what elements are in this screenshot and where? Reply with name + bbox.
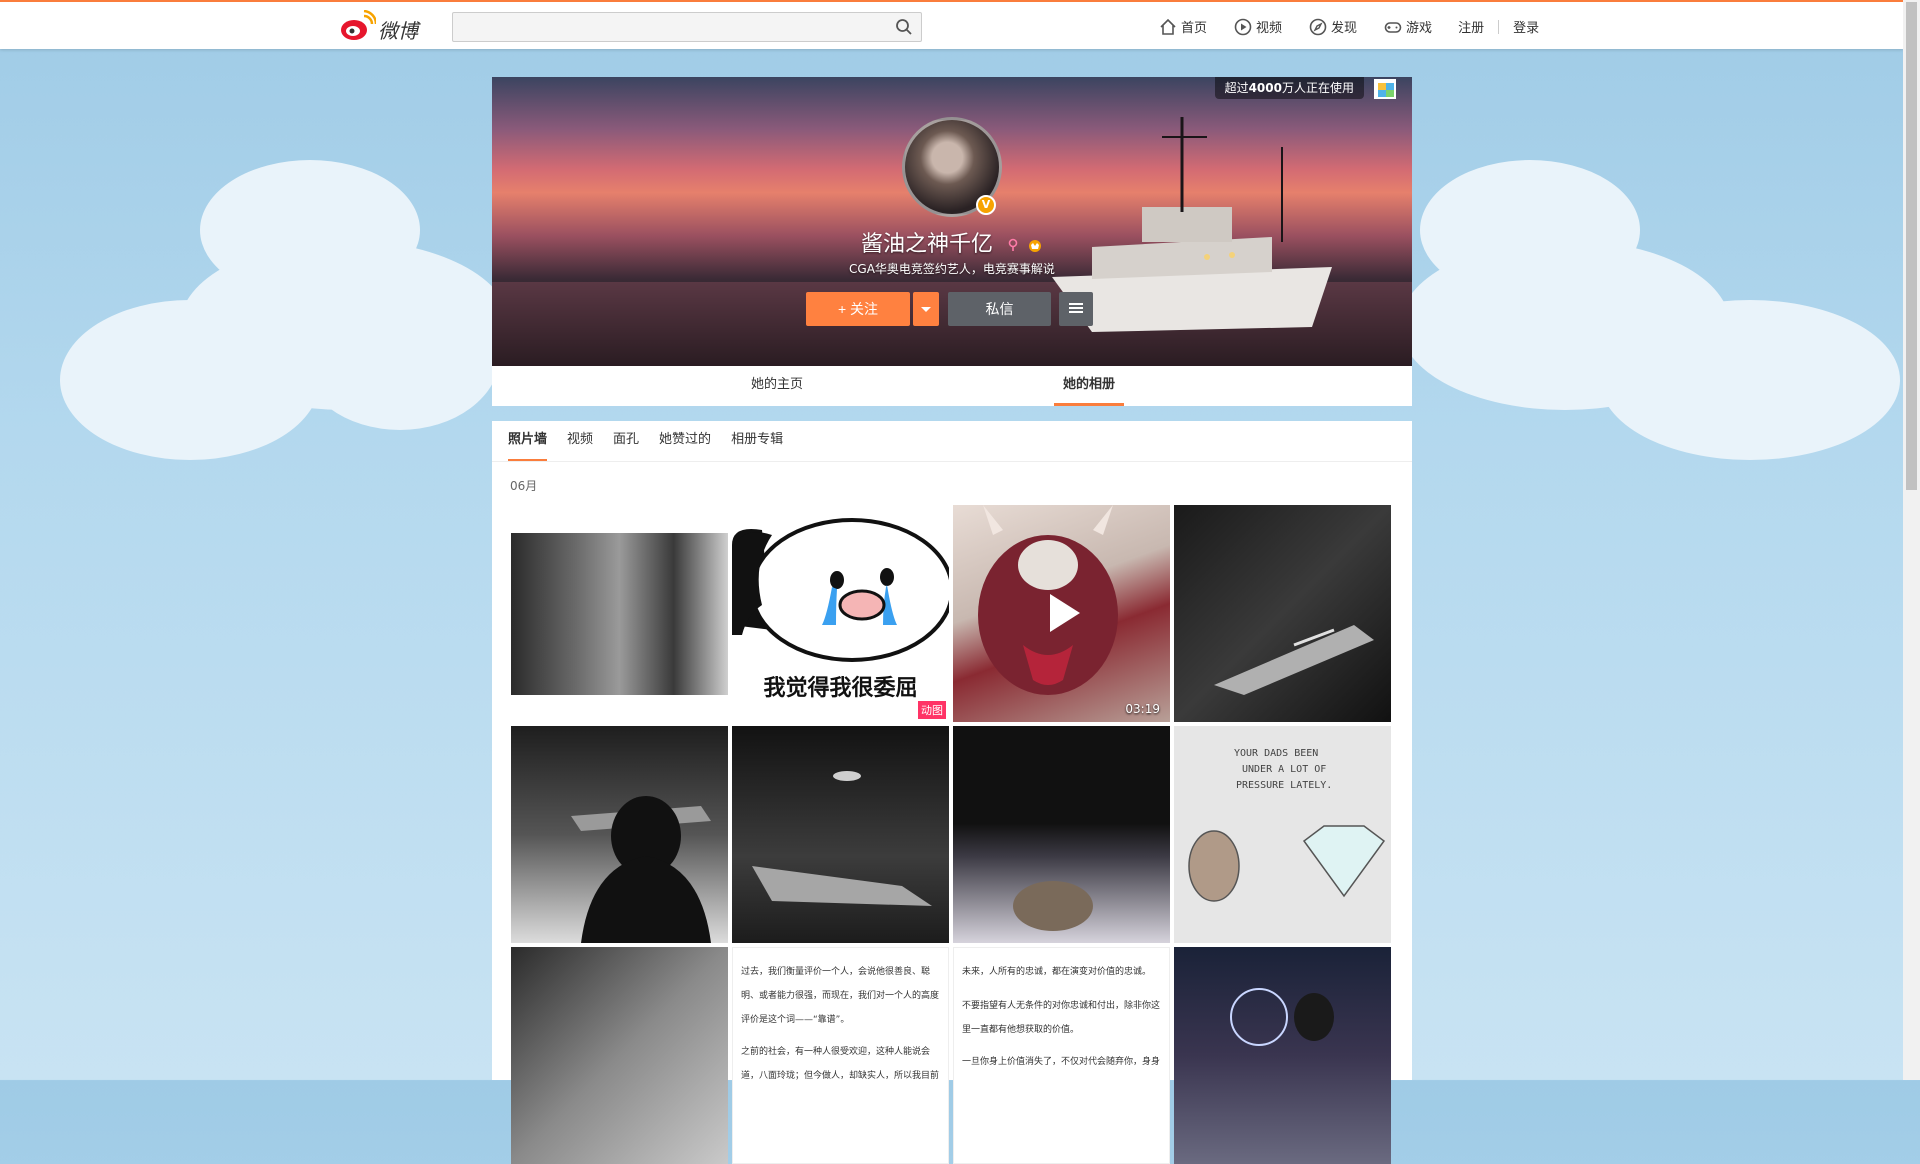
photo-image bbox=[1013, 881, 1093, 931]
top-navigation-bar: 微博 首页 视频 发现 游戏 注册 登录 bbox=[0, 0, 1903, 49]
user-count-prefix: 超过 bbox=[1224, 81, 1249, 95]
text-card-line: 之前的社会，有一种人很受欢迎，这种人能说会 bbox=[741, 1047, 931, 1057]
text-card-line bbox=[741, 1032, 940, 1040]
text-card-line: 里一直都有他想获取的价值。 bbox=[962, 1025, 1080, 1035]
profile-name-row: 酱油之神千亿 bbox=[492, 226, 1412, 258]
scrollbar-thumb[interactable] bbox=[1906, 2, 1917, 490]
photo-tile[interactable] bbox=[732, 726, 949, 943]
text-card-line: 不要指望有人无条件的对你忠诚和付出，除非你这 bbox=[962, 1001, 1161, 1011]
more-menu-button[interactable] bbox=[1059, 292, 1093, 326]
photo-image bbox=[511, 533, 728, 695]
logo-text: 微博 bbox=[378, 19, 418, 43]
photo-image bbox=[571, 796, 711, 943]
profile-tabs: 她的主页 她的相册 bbox=[492, 366, 1412, 406]
name-badges bbox=[1006, 233, 1043, 258]
text-card-line: 一旦你身上价值消失了，不仅对代会随弃你，身身 bbox=[962, 1057, 1161, 1067]
main-nav: 首页 视频 发现 游戏 注册 登录 bbox=[1158, 2, 1539, 51]
user-count-badge: 超过4000万人正在使用 bbox=[1214, 77, 1364, 99]
tab-her-homepage[interactable]: 她的主页 bbox=[732, 366, 822, 406]
background-cloud bbox=[200, 160, 420, 300]
subtab-liked[interactable]: 她赞过的 bbox=[659, 421, 711, 461]
hamburger-icon bbox=[1069, 302, 1083, 313]
female-icon bbox=[1008, 238, 1018, 251]
gif-badge: 动图 bbox=[918, 701, 946, 719]
profile-description: CGA华奥电竞签约艺人，电竞赛事解说 bbox=[849, 262, 1055, 276]
cartoon-text-line-3: PRESSURE LATELY. bbox=[1236, 780, 1333, 791]
nav-home-label: 首页 bbox=[1181, 21, 1208, 36]
home-icon bbox=[1160, 18, 1176, 35]
photo-tile[interactable] bbox=[511, 505, 728, 722]
weibo-logo[interactable]: 微博 bbox=[340, 9, 430, 43]
album-panel: 照片墙 视频 面孔 她赞过的 相册专辑 06月 我觉得我很委屈 动图 03:19… bbox=[492, 421, 1412, 1164]
chevron-down-icon bbox=[921, 306, 931, 312]
text-card[interactable]: 过去，我们衡量评价一个人，会说他很善良、聪 明、或者能力很强，而现在，我们对一个… bbox=[732, 947, 949, 1164]
subtab-photo-wall[interactable]: 照片墙 bbox=[508, 421, 548, 461]
month-label: 06月 bbox=[510, 479, 538, 493]
game-icon bbox=[1384, 21, 1402, 33]
register-link[interactable]: 注册 bbox=[1458, 17, 1484, 36]
search-icon[interactable] bbox=[895, 18, 913, 36]
search-input[interactable] bbox=[452, 12, 922, 42]
nav-video-label: 视频 bbox=[1256, 21, 1283, 36]
play-icon[interactable] bbox=[1038, 590, 1084, 636]
tab-her-album[interactable]: 她的相册 bbox=[1054, 366, 1124, 406]
photo-image bbox=[752, 771, 932, 906]
background-cloud bbox=[60, 300, 320, 460]
video-duration: 03:19 bbox=[1125, 702, 1160, 716]
profile-cover: 超过4000万人正在使用 V 酱油之神千亿 CGA华奥电竞签约艺人，电竞赛事解说… bbox=[492, 77, 1412, 366]
video-tile[interactable]: 03:19 bbox=[953, 505, 1170, 722]
background-cloud bbox=[1420, 160, 1640, 300]
subtab-videos[interactable]: 视频 bbox=[567, 421, 593, 461]
follow-dropdown-button[interactable] bbox=[913, 292, 939, 326]
user-count-suffix: 万人正在使用 bbox=[1281, 81, 1354, 95]
user-count-number: 4000 bbox=[1248, 81, 1282, 95]
text-card-line: 评价是这个词——“靠谱”。 bbox=[741, 1015, 850, 1025]
background-cloud bbox=[300, 280, 500, 430]
login-link[interactable]: 登录 bbox=[1513, 17, 1539, 36]
video-icon bbox=[1234, 18, 1252, 35]
background-cloud bbox=[1600, 300, 1900, 460]
nav-game-label: 游戏 bbox=[1406, 21, 1433, 36]
weibo-logo-icon bbox=[341, 9, 378, 40]
photo-tile[interactable] bbox=[511, 726, 728, 943]
nav-home[interactable]: 首页 bbox=[1158, 17, 1207, 37]
verified-v-icon: V bbox=[976, 195, 996, 215]
album-sub-tabs: 照片墙 视频 面孔 她赞过的 相册专辑 bbox=[508, 421, 803, 461]
meme-caption: 我觉得我很委屈 bbox=[763, 676, 918, 701]
page-scrollbar[interactable] bbox=[1903, 0, 1920, 1080]
follow-button[interactable]: + 关注 bbox=[806, 292, 910, 326]
text-card-line: 未来，人所有的忠诚，都在演变对价值的忠诚。 bbox=[962, 967, 1152, 977]
text-card-line: 道，八面玲珑；但今做人，却缺实人，所以我目前 bbox=[741, 1071, 940, 1081]
photo-tile[interactable]: 我觉得我很委屈 动图 bbox=[732, 505, 949, 722]
nav-divider bbox=[1498, 19, 1500, 34]
photo-tile[interactable] bbox=[1174, 947, 1391, 1164]
message-button[interactable]: 私信 bbox=[948, 292, 1051, 326]
photo-tile[interactable] bbox=[953, 726, 1170, 943]
photo-tile[interactable] bbox=[511, 947, 728, 1164]
profile-name[interactable]: 酱油之神千亿 bbox=[861, 232, 993, 257]
subtab-album-collections[interactable]: 相册专辑 bbox=[731, 421, 783, 461]
cartoon-tile[interactable]: YOUR DADS BEEN UNDER A LOT OF PRESSURE L… bbox=[1174, 726, 1391, 943]
photo-tile[interactable] bbox=[1174, 505, 1391, 722]
nav-discover[interactable]: 发现 bbox=[1308, 17, 1357, 37]
photo-image bbox=[1230, 988, 1334, 1046]
discover-icon bbox=[1309, 18, 1327, 35]
nav-discover-label: 发现 bbox=[1331, 21, 1358, 36]
text-card-line: 过去，我们衡量评价一个人，会说他很善良、聪 bbox=[741, 967, 931, 977]
nav-game[interactable]: 游戏 bbox=[1383, 17, 1432, 37]
text-card[interactable]: 未来，人所有的忠诚，都在演变对价值的忠诚。 不要指望有人无条件的对你忠诚和付出，… bbox=[953, 947, 1170, 1164]
member-crown-icon[interactable] bbox=[1027, 238, 1043, 252]
nav-video[interactable]: 视频 bbox=[1233, 17, 1282, 37]
text-card-line: 明、或者能力很强，而现在，我们对一个人的高度 bbox=[741, 991, 940, 1001]
subtab-faces[interactable]: 面孔 bbox=[613, 421, 639, 461]
photo-image bbox=[1214, 625, 1374, 695]
cartoon-text-line-2: UNDER A LOT OF bbox=[1242, 764, 1327, 775]
divider bbox=[492, 461, 1412, 462]
cartoon-text-line-1: YOUR DADS BEEN bbox=[1234, 748, 1319, 759]
skin-palette-icon[interactable] bbox=[1372, 77, 1398, 101]
text-card-line bbox=[962, 1042, 1161, 1050]
